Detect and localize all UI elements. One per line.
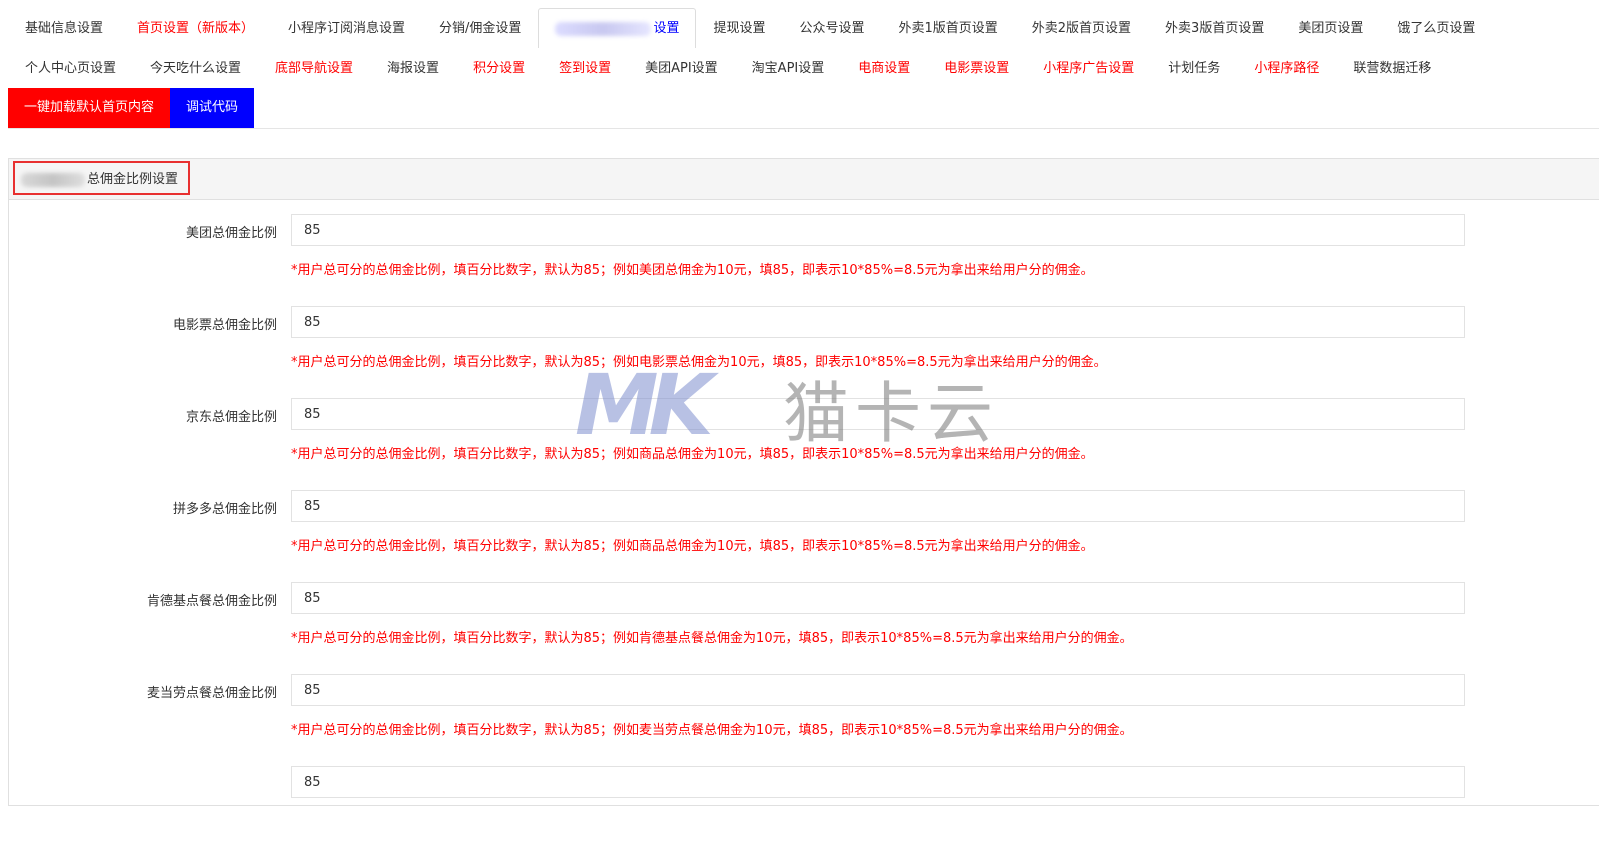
settings-tabs-row-2: 个人中心页设置 今天吃什么设置 底部导航设置 海报设置 积分设置 签到设置 美团API设置 淘…	[8, 48, 1599, 88]
tab-label: 基础信息设置	[25, 21, 104, 36]
tab-label: 小程序路径	[1254, 61, 1320, 76]
tab-label: 积分设置	[473, 61, 526, 76]
tab-tabs-row1-8[interactable]: 外卖2版首页设置	[1015, 8, 1148, 48]
field-help-text: *用户总可分的总佣金比例，填百分比数字，默认为85；例如美团总佣金为10元，填8…	[291, 263, 1094, 278]
tab-tabs-row1-11[interactable]: 饿了么页设置	[1380, 8, 1492, 48]
redacted-text	[555, 21, 652, 36]
field-label: 京东总佣金比例	[185, 410, 277, 425]
panel-title: 总佣金比例设置	[13, 161, 191, 195]
tab-label: 小程序广告设置	[1043, 61, 1135, 76]
tab-tabs-row2-13[interactable]: 联营数据迁移	[1336, 48, 1448, 88]
tab-tabs-row2-0[interactable]: 个人中心页设置	[8, 48, 133, 88]
tab-label: 外卖1版首页设置	[898, 21, 998, 36]
form-row: 拼多多总佣金比例 *用户总可分的总佣金比例，填百分比数字，默认为85；例如商品总佣…	[9, 490, 1599, 570]
tab-tabs-row2-9[interactable]: 电影票设置	[927, 48, 1026, 88]
tab-label: 电商设置	[858, 61, 911, 76]
tab-tabs-row1-0[interactable]: 基础信息设置	[8, 8, 120, 48]
field-label: 电影票总佣金比例	[172, 318, 277, 333]
tab-tabs-row1-3[interactable]: 分销/佣金设置	[422, 8, 538, 48]
tab-label: 海报设置	[387, 61, 440, 76]
tab-tabs-row2-1[interactable]: 今天吃什么设置	[133, 48, 258, 88]
tab-tabs-row2-8[interactable]: 电商设置	[841, 48, 927, 88]
tab-label: 签到设置	[559, 61, 612, 76]
tab-label: 外卖3版首页设置	[1165, 21, 1265, 36]
tab-label: 电影票设置	[944, 61, 1010, 76]
field-help-text: *用户总可分的总佣金比例，填百分比数字，默认为85；例如商品总佣金为10元，填8…	[291, 539, 1094, 554]
commission-settings-panel: 总佣金比例设置 美团总佣金比例 *用户总可分的总佣金比例，填百分比数字，默认为85…	[8, 158, 1599, 806]
tab-tabs-row1-7[interactable]: 外卖1版首页设置	[881, 8, 1014, 48]
tab-tabs-row2-2[interactable]: 底部导航设置	[258, 48, 370, 88]
tab-label: 今天吃什么设置	[150, 61, 242, 76]
tab-tabs-row2-7[interactable]: 淘宝API设置	[735, 48, 842, 88]
field-label: 肯德基点餐总佣金比例	[146, 594, 277, 609]
tab-label: 提现设置	[713, 21, 766, 36]
tab-label: 底部导航设置	[275, 61, 354, 76]
tab-tabs-row2-10[interactable]: 小程序广告设置	[1026, 48, 1151, 88]
tab-label: 个人中心页设置	[25, 61, 117, 76]
action-bar: 一键加载默认首页内容 调试代码	[8, 88, 255, 128]
tab-tabs-row1-1[interactable]: 首页设置（新版本）	[120, 8, 271, 48]
commission-ratio-input[interactable]	[291, 398, 1465, 430]
tab-label: 美团页设置	[1298, 21, 1364, 36]
tab-label: 美团API设置	[645, 61, 718, 76]
divider	[8, 128, 1599, 129]
tab-tabs-row1-4[interactable]: 设置	[538, 8, 697, 48]
tab-label: 淘宝API设置	[751, 61, 825, 76]
field-help-text: *用户总可分的总佣金比例，填百分比数字，默认为85；例如电影票总佣金为10元，填…	[291, 355, 1107, 370]
field-label: 美团总佣金比例	[185, 226, 277, 241]
form-row: 京东总佣金比例 *用户总可分的总佣金比例，填百分比数字，默认为85；例如商品总佣金…	[9, 398, 1599, 478]
tab-tabs-row1-10[interactable]: 美团页设置	[1281, 8, 1380, 48]
form-row: 美团总佣金比例 *用户总可分的总佣金比例，填百分比数字，默认为85；例如美团总佣金…	[9, 214, 1599, 294]
tab-label: 外卖2版首页设置	[1031, 21, 1132, 36]
commission-ratio-input[interactable]	[291, 766, 1465, 798]
debug-code-button[interactable]: 调试代码	[170, 88, 255, 128]
panel-title-text: 总佣金比例设置	[87, 172, 179, 187]
tab-label: 小程序订阅消息设置	[288, 21, 406, 36]
tab-label: 计划任务	[1168, 61, 1221, 76]
field-label: 拼多多总佣金比例	[172, 502, 277, 517]
tab-label: 公众号设置	[799, 21, 865, 36]
form-row: 麦当劳点餐总佣金比例 *用户总可分的总佣金比例，填百分比数字，默认为85；例如麦当…	[9, 674, 1599, 754]
tab-tabs-row2-3[interactable]: 海报设置	[370, 48, 456, 88]
tab-label: 分销/佣金设置	[439, 21, 522, 36]
tab-tabs-row1-9[interactable]: 外卖3版首页设置	[1148, 8, 1281, 48]
form-row	[9, 766, 1599, 846]
settings-tabs-row-1: 基础信息设置 首页设置（新版本） 小程序订阅消息设置 分销/佣金设置 设置 提现设置 公众号…	[8, 8, 1599, 48]
tab-tabs-row2-6[interactable]: 美团API设置	[628, 48, 735, 88]
tab-tabs-row2-12[interactable]: 小程序路径	[1237, 48, 1336, 88]
tab-label: 设置	[653, 21, 680, 36]
load-default-homepage-button[interactable]: 一键加载默认首页内容	[8, 88, 171, 128]
field-label: 麦当劳点餐总佣金比例	[146, 686, 277, 701]
tab-tabs-row2-11[interactable]: 计划任务	[1151, 48, 1237, 88]
field-help-text: *用户总可分的总佣金比例，填百分比数字，默认为85；例如麦当劳点餐总佣金为10元…	[291, 723, 1133, 738]
commission-ratio-input[interactable]	[291, 490, 1465, 522]
field-help-text: *用户总可分的总佣金比例，填百分比数字，默认为85；例如肯德基点餐总佣金为10元…	[291, 631, 1133, 646]
commission-ratio-input[interactable]	[291, 306, 1465, 338]
tab-label: 首页设置（新版本）	[137, 21, 255, 36]
tab-tabs-row1-2[interactable]: 小程序订阅消息设置	[271, 8, 422, 48]
tab-tabs-row2-5[interactable]: 签到设置	[542, 48, 628, 88]
commission-ratio-input[interactable]	[291, 674, 1465, 706]
redacted-text	[21, 172, 85, 187]
tab-tabs-row1-5[interactable]: 提现设置	[696, 8, 782, 48]
tab-tabs-row2-4[interactable]: 积分设置	[456, 48, 542, 88]
tab-tabs-row1-6[interactable]: 公众号设置	[782, 8, 881, 48]
tab-label: 联营数据迁移	[1353, 61, 1432, 76]
panel-header: 总佣金比例设置	[9, 159, 1599, 200]
commission-ratio-input[interactable]	[291, 582, 1465, 614]
commission-ratio-input[interactable]	[291, 214, 1465, 246]
form-row: 肯德基点餐总佣金比例 *用户总可分的总佣金比例，填百分比数字，默认为85；例如肯德…	[9, 582, 1599, 662]
field-help-text: *用户总可分的总佣金比例，填百分比数字，默认为85；例如商品总佣金为10元，填8…	[291, 447, 1094, 462]
tab-label: 饿了么页设置	[1397, 21, 1476, 36]
form-row: 电影票总佣金比例 *用户总可分的总佣金比例，填百分比数字，默认为85；例如电影票总…	[9, 306, 1599, 386]
